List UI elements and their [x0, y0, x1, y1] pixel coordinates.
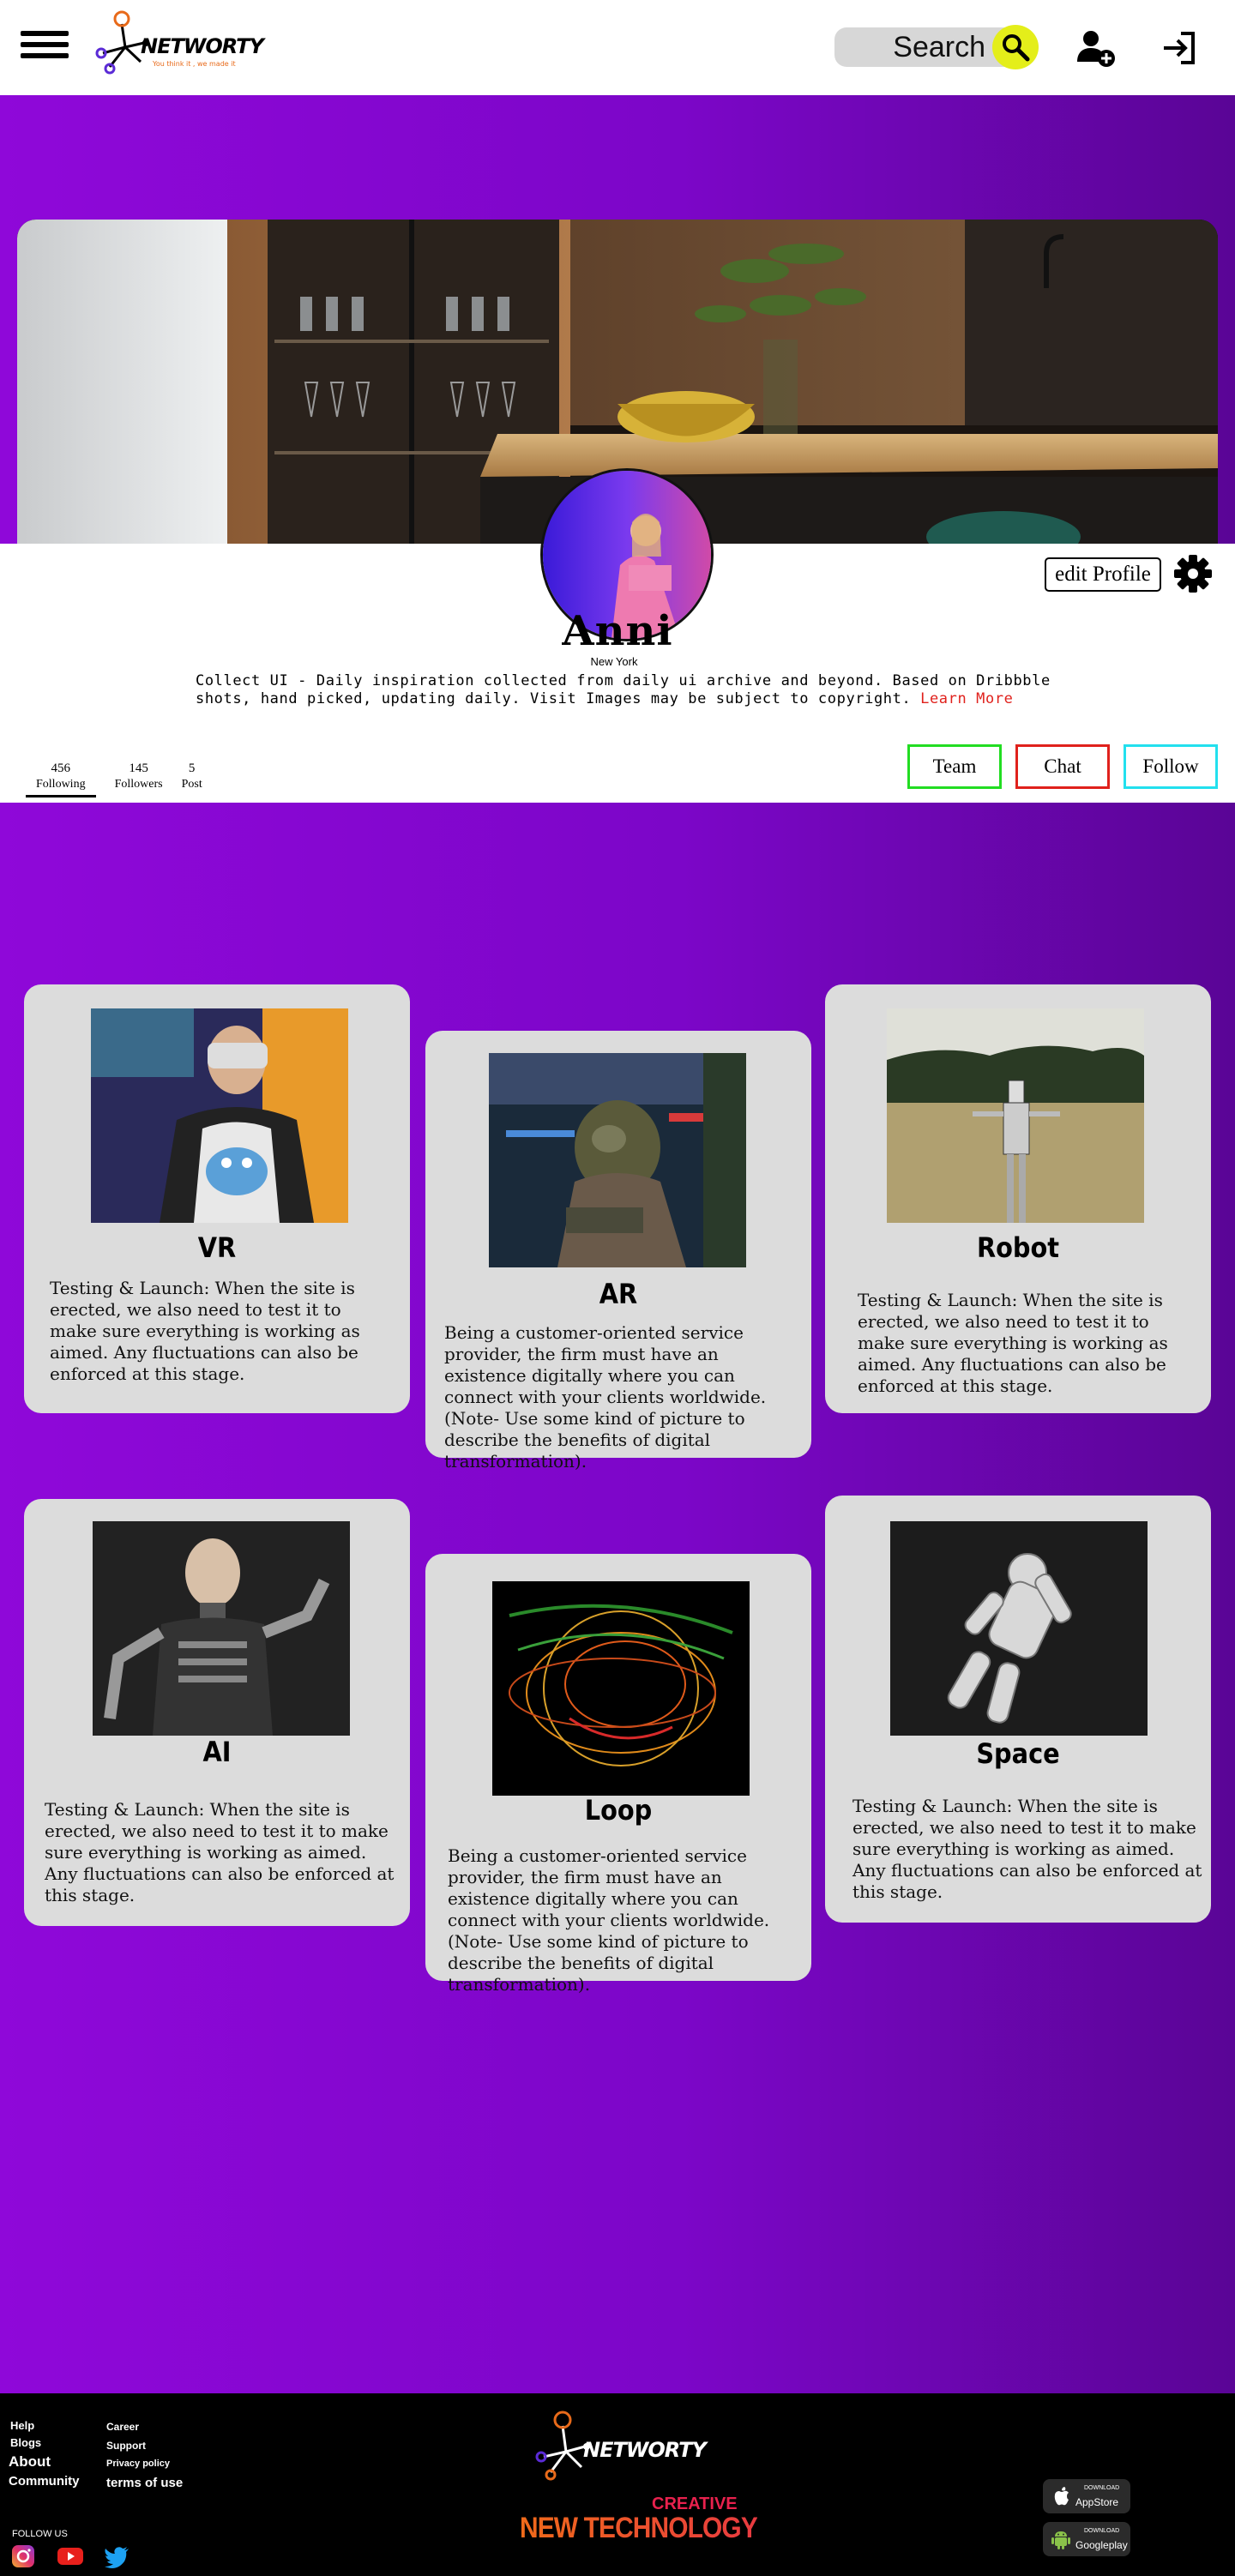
new-technology-label: NEW TECHNOLOGY [520, 2512, 758, 2544]
brand-tagline: You think it , we made it [153, 60, 236, 68]
card-space-text: Testing & Launch: When the site is erect… [852, 1796, 1202, 1902]
card-robot-title: Robot [976, 1231, 1060, 1264]
googleplay-button[interactable]: DOWNLOAD Googleplay [1043, 2522, 1130, 2556]
stat-following[interactable]: 456 Following [26, 761, 96, 797]
top-navbar: NETWORTY You think it , we made it [0, 0, 1235, 95]
card-space-title: Space [976, 1737, 1060, 1770]
stat-followers[interactable]: 145 Followers [115, 761, 163, 797]
card-ar-text: Being a customer-oriented service provid… [444, 1322, 767, 1472]
youtube-link[interactable] [57, 2544, 84, 2568]
card-ai-title: AI [202, 1736, 232, 1768]
footer-link-support[interactable]: Support [106, 2440, 146, 2452]
twitter-link[interactable] [103, 2544, 130, 2568]
card-ar[interactable]: AR Being a customer-oriented service pro… [425, 1031, 811, 1472]
card-ai[interactable]: AI Testing & Launch: When the site is er… [24, 1499, 410, 1926]
brand-logo[interactable]: NETWORTY You think it , we made it [93, 9, 264, 77]
profile-bio: Collect UI - Daily inspiration collected… [196, 672, 1062, 708]
add-user-button[interactable] [1074, 26, 1118, 70]
card-vr[interactable]: VR Testing & Launch: When the site is er… [24, 984, 410, 1413]
apple-icon [1054, 2487, 1069, 2506]
twitter-icon [105, 2547, 129, 2568]
search-icon [1003, 34, 1030, 62]
googleplay-label: Googleplay [1075, 2539, 1128, 2551]
ai-android-photo [93, 1521, 350, 1736]
instagram-icon [12, 2545, 34, 2567]
googleplay-download-label: DOWNLOAD [1084, 2528, 1120, 2534]
appstore-download-label: DOWNLOAD [1084, 2485, 1120, 2491]
card-ai-image [93, 1521, 350, 1736]
card-robot[interactable]: Robot Testing & Launch: When the site is… [825, 984, 1211, 1413]
stat-followers-count: 145 [129, 761, 148, 775]
card-robot-text: Testing & Launch: When the site is erect… [858, 1290, 1168, 1396]
footer-link-help[interactable]: Help [10, 2419, 34, 2432]
profile-name: Anni [562, 607, 673, 655]
card-loop-text: Being a customer-oriented service provid… [448, 1845, 770, 1995]
ar-alien-photo [489, 1053, 746, 1267]
card-space-image [890, 1521, 1148, 1736]
follow-us-label: FOLLOW US [12, 2529, 68, 2539]
vr-headset-photo [91, 1008, 348, 1223]
footer-brand-logo[interactable]: NETWORTY [532, 2409, 707, 2486]
card-ar-image [489, 1053, 746, 1267]
youtube-icon [57, 2548, 83, 2565]
light-loop-photo [492, 1581, 750, 1796]
hamburger-menu-icon[interactable] [21, 31, 69, 62]
android-icon [1051, 2531, 1070, 2549]
card-space[interactable]: Space Testing & Launch: When the site is… [825, 1496, 1211, 1923]
footer: Help Blogs About Community Career Suppor… [0, 2393, 1235, 2576]
footer-link-career[interactable]: Career [106, 2421, 139, 2433]
card-vr-text: Testing & Launch: When the site is erect… [50, 1278, 360, 1384]
footer-link-blogs[interactable]: Blogs [10, 2436, 41, 2449]
profile-location: New York [590, 655, 638, 668]
profile-stats: 456 Following 145 Followers 5 Post [26, 761, 221, 797]
astronaut-photo [890, 1521, 1148, 1736]
stat-posts-count: 5 [188, 761, 196, 775]
brand-name: NETWORTY [141, 34, 264, 58]
footer-link-about[interactable]: About [9, 2453, 51, 2471]
search-input[interactable] [834, 27, 989, 67]
card-vr-image [91, 1008, 348, 1223]
learn-more-link[interactable]: Learn More [920, 690, 1013, 707]
footer-link-privacy[interactable]: Privacy policy [106, 2459, 170, 2469]
card-ar-title: AR [599, 1278, 638, 1310]
stat-following-label: Following [26, 776, 96, 797]
chat-button[interactable]: Chat [1015, 744, 1110, 789]
card-loop[interactable]: Loop Being a customer-oriented service p… [425, 1554, 811, 1995]
card-loop-title: Loop [584, 1794, 653, 1827]
card-loop-image [492, 1581, 750, 1796]
team-button[interactable]: Team [907, 744, 1002, 789]
login-icon [1164, 32, 1195, 64]
card-ai-text: Testing & Launch: When the site is erect… [45, 1799, 395, 1905]
stat-following-count: 456 [51, 761, 71, 775]
follow-button[interactable]: Follow [1124, 744, 1218, 789]
footer-link-community[interactable]: Community [9, 2474, 80, 2489]
stat-posts-label: Post [181, 778, 202, 791]
footer-brand-name: NETWORTY [583, 2438, 707, 2462]
login-button[interactable] [1158, 26, 1202, 70]
card-vr-title: VR [197, 1231, 237, 1264]
edit-profile-button[interactable]: edit Profile [1045, 557, 1161, 592]
stat-posts[interactable]: 5 Post [182, 761, 202, 797]
appstore-button[interactable]: DOWNLOAD AppStore [1043, 2479, 1130, 2513]
gear-icon [1174, 555, 1212, 593]
instagram-link[interactable] [10, 2544, 38, 2568]
footer-link-terms[interactable]: terms of use [106, 2476, 183, 2490]
search-bar [834, 25, 1039, 69]
add-user-icon [1077, 31, 1115, 67]
card-robot-image [887, 1008, 1144, 1223]
stat-followers-label: Followers [114, 778, 163, 791]
settings-button[interactable] [1172, 552, 1214, 595]
appstore-label: AppStore [1075, 2496, 1119, 2508]
robot-field-photo [887, 1008, 1144, 1223]
search-button[interactable] [992, 25, 1039, 69]
